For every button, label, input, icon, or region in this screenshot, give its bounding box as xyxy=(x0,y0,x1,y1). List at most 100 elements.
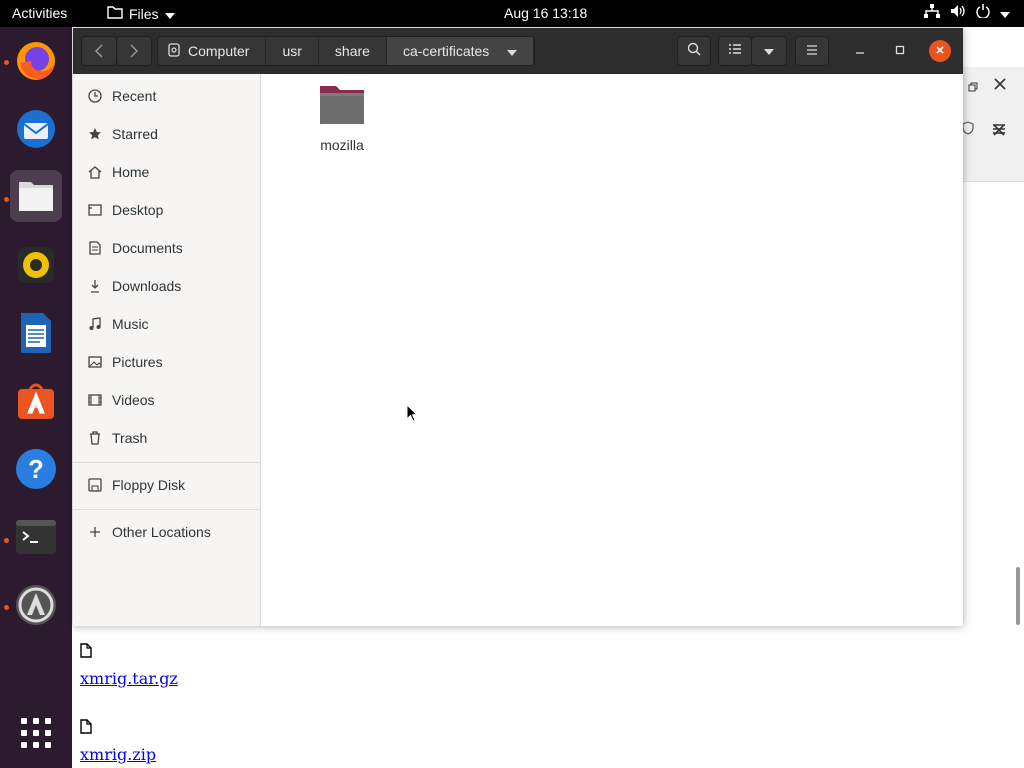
sidebar-item-label: Desktop xyxy=(112,202,164,218)
sidebar-item-home[interactable]: Home xyxy=(73,153,261,191)
plus-icon xyxy=(87,524,103,540)
breadcrumb-share[interactable]: share xyxy=(318,37,387,65)
show-apps-icon[interactable] xyxy=(10,707,62,759)
breadcrumb-usr[interactable]: usr xyxy=(266,37,319,65)
forward-button[interactable] xyxy=(116,36,152,66)
files-icon[interactable] xyxy=(10,170,62,222)
software-icon[interactable] xyxy=(10,375,62,427)
power-icon xyxy=(976,4,990,21)
running-indicator xyxy=(4,197,9,202)
libreoffice-writer-icon[interactable] xyxy=(10,307,62,359)
breadcrumb-ca-certificates[interactable]: ca-certificates xyxy=(386,37,535,65)
files-window: Computer usr share ca-certificates Recen… xyxy=(73,28,963,626)
mouse-pointer-icon xyxy=(406,403,419,427)
document-icon xyxy=(87,240,103,256)
file-icon xyxy=(80,719,92,738)
places-sidebar: Recent Starred Home Desktop Documents Do… xyxy=(73,74,261,626)
clock-icon xyxy=(87,88,103,104)
sidebar-item-desktop[interactable]: Desktop xyxy=(73,191,261,229)
search-button[interactable] xyxy=(677,36,711,66)
app-menu[interactable]: Files xyxy=(107,5,175,22)
chevron-down-icon xyxy=(764,42,774,60)
home-icon xyxy=(87,164,103,180)
app-menu-label: Files xyxy=(129,5,159,22)
sidebar-item-pictures[interactable]: Pictures xyxy=(73,343,261,381)
hamburger-menu-icon xyxy=(806,42,818,60)
download-link[interactable]: xmrig.zip xyxy=(80,745,156,764)
video-icon xyxy=(87,392,103,408)
scrollbar[interactable] xyxy=(1016,567,1020,625)
thunderbird-icon[interactable] xyxy=(10,103,62,155)
breadcrumb-label: usr xyxy=(282,43,302,59)
list-view-icon xyxy=(728,42,742,60)
restore-window-icon[interactable] xyxy=(968,79,978,97)
rhythmbox-icon[interactable] xyxy=(10,239,62,291)
software-updater-icon[interactable] xyxy=(10,579,62,631)
header-bar: Computer usr share ca-certificates xyxy=(73,28,963,74)
picture-icon xyxy=(87,354,103,370)
trash-icon xyxy=(87,430,103,446)
minimize-icon xyxy=(855,42,865,60)
help-icon[interactable]: ? xyxy=(10,443,62,495)
sidebar-divider xyxy=(73,462,261,463)
menu-button[interactable] xyxy=(795,36,829,66)
svg-text:?: ? xyxy=(28,454,44,484)
back-button[interactable] xyxy=(81,36,117,66)
folder-icon xyxy=(318,84,366,131)
sidebar-item-trash[interactable]: Trash xyxy=(73,419,261,457)
view-options-button[interactable] xyxy=(751,36,787,66)
minimize-button[interactable] xyxy=(849,40,871,62)
sidebar-item-label: Documents xyxy=(112,240,183,256)
sidebar-item-label: Trash xyxy=(112,430,148,446)
sidebar-item-music[interactable]: Music xyxy=(73,305,261,343)
download-link[interactable]: xmrig.tar.gz xyxy=(80,669,178,688)
music-icon xyxy=(87,316,103,332)
shield-icon[interactable] xyxy=(962,121,974,140)
file-view[interactable]: mozilla xyxy=(262,74,963,626)
maximize-icon xyxy=(895,42,905,60)
folder-icon xyxy=(107,5,123,22)
sidebar-item-starred[interactable]: Starred xyxy=(73,115,261,153)
terminal-icon[interactable] xyxy=(10,511,62,563)
running-indicator xyxy=(4,605,9,610)
firefox-icon[interactable] xyxy=(10,35,62,87)
sidebar-item-label: Pictures xyxy=(112,354,163,370)
sidebar-item-label: Recent xyxy=(112,88,157,104)
sidebar-divider xyxy=(73,509,261,510)
sidebar-item-label: Music xyxy=(112,316,149,332)
folder-item[interactable]: mozilla xyxy=(306,84,378,153)
list-view-button[interactable] xyxy=(718,36,752,66)
close-button[interactable] xyxy=(929,40,951,62)
sidebar-item-label: Other Locations xyxy=(112,524,211,540)
dock: ? xyxy=(0,27,72,768)
path-bar: Computer usr share ca-certificates xyxy=(157,36,536,66)
floppy-icon xyxy=(87,477,103,493)
sidebar-item-videos[interactable]: Videos xyxy=(73,381,261,419)
search-icon xyxy=(687,42,701,61)
system-tray[interactable] xyxy=(924,4,1010,21)
breadcrumb-label: share xyxy=(334,43,370,59)
file-icon xyxy=(80,643,92,662)
sidebar-item-downloads[interactable]: Downloads xyxy=(73,267,261,305)
drive-icon xyxy=(168,42,180,60)
sidebar-item-floppy-disk[interactable]: Floppy Disk xyxy=(73,466,261,504)
sidebar-item-label: Downloads xyxy=(112,278,182,294)
network-icon xyxy=(924,4,940,21)
star-icon xyxy=(87,126,103,142)
sidebar-item-label: Starred xyxy=(112,126,158,142)
clock[interactable]: Aug 16 13:18 xyxy=(504,5,587,21)
breadcrumb-computer[interactable]: Computer xyxy=(158,37,267,65)
sidebar-item-other-locations[interactable]: Other Locations xyxy=(73,513,261,551)
activities-button[interactable]: Activities xyxy=(12,5,67,21)
chevron-down-icon xyxy=(1000,5,1010,21)
sidebar-item-label: Floppy Disk xyxy=(112,477,186,493)
desktop-icon xyxy=(87,202,103,218)
chevron-down-icon xyxy=(507,43,518,59)
maximize-button[interactable] xyxy=(889,40,911,62)
close-icon[interactable] xyxy=(993,77,1007,96)
close-icon[interactable] xyxy=(992,123,1006,142)
breadcrumb-label: Computer xyxy=(188,43,250,59)
sidebar-item-recent[interactable]: Recent xyxy=(73,77,261,115)
sidebar-item-documents[interactable]: Documents xyxy=(73,229,261,267)
chevron-down-icon xyxy=(164,6,175,22)
